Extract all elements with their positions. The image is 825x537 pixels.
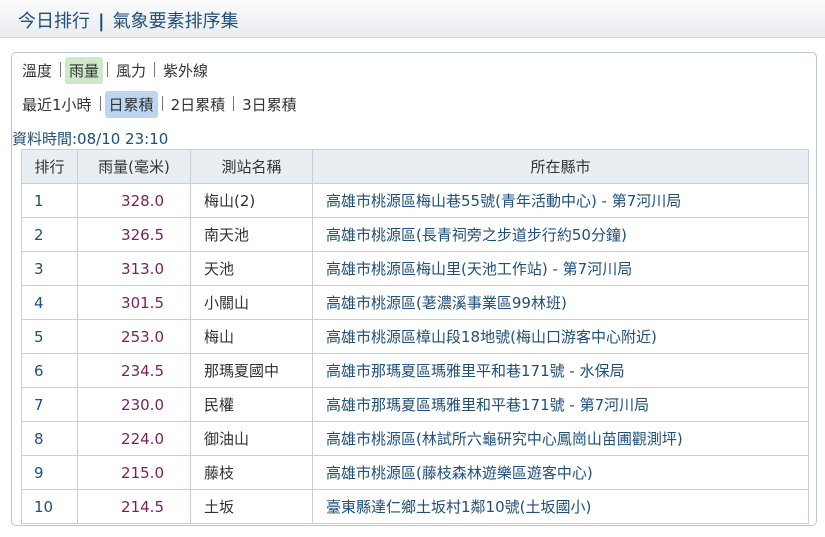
table-row: 5 253.0 梅山 高雄市桃源區樟山段18地號(梅山口游客中心附近) <box>21 319 809 354</box>
tab-divider <box>154 62 156 77</box>
rank-cell: 3 <box>21 251 78 286</box>
tab-temperature[interactable]: 溫度 <box>18 57 56 84</box>
page-title: 今日排行 | 氣象要素排序集 <box>18 7 239 33</box>
rank-cell: 2 <box>21 217 78 252</box>
rank-cell: 1 <box>21 183 78 218</box>
location-cell: 高雄市桃源區(藤枝森林遊樂區遊客中心) <box>312 455 809 490</box>
location-cell: 高雄市桃源區(長青祠旁之步道步行約50分鐘) <box>312 217 809 252</box>
station-cell: 梅山 <box>190 319 313 354</box>
page-subtitle: 氣象要素排序集 <box>112 11 239 32</box>
location-cell: 高雄市桃源區(荖濃溪事業區99林班) <box>312 285 809 320</box>
rainfall-cell: 215.0 <box>77 455 191 490</box>
rank-cell: 8 <box>21 421 78 456</box>
location-cell: 高雄市那瑪夏區瑪雅里平和巷171號 - 水保局 <box>312 353 809 388</box>
column-header-station: 測站名稱 <box>190 149 313 184</box>
column-header-location: 所在縣市 <box>312 149 809 184</box>
table-row: 2 326.5 南天池 高雄市桃源區(長青祠旁之步道步行約50分鐘) <box>21 217 809 252</box>
tab-3-day-accumulation[interactable]: 3日累積 <box>238 91 301 118</box>
tab-divider <box>161 96 163 111</box>
column-header-rank: 排行 <box>21 149 78 184</box>
tab-divider <box>99 96 101 111</box>
rainfall-cell: 234.5 <box>77 353 191 388</box>
table-row: 3 313.0 天池 高雄市桃源區梅山里(天池工作站) - 第7河川局 <box>21 251 809 286</box>
rank-cell: 4 <box>21 285 78 320</box>
rainfall-cell: 301.5 <box>77 285 191 320</box>
rank-cell: 9 <box>21 455 78 490</box>
station-cell: 天池 <box>190 251 313 286</box>
rainfall-cell: 313.0 <box>77 251 191 286</box>
element-tabs: 溫度 雨量 風力 紫外線 <box>18 57 212 84</box>
location-cell: 高雄市桃源區樟山段18地號(梅山口游客中心附近) <box>312 319 809 354</box>
tab-last-1-hour[interactable]: 最近1小時 <box>18 91 96 118</box>
rainfall-cell: 214.5 <box>77 489 191 524</box>
location-cell: 臺東縣達仁鄉土坂村1鄰10號(土坂國小) <box>312 489 809 524</box>
table-row: 6 234.5 那瑪夏國中 高雄市那瑪夏區瑪雅里平和巷171號 - 水保局 <box>21 353 809 388</box>
page-title-main: 今日排行 <box>18 11 90 32</box>
column-header-rainfall: 雨量(毫米) <box>77 149 191 184</box>
rank-cell: 10 <box>21 489 78 524</box>
rainfall-cell: 253.0 <box>77 319 191 354</box>
tab-2-day-accumulation[interactable]: 2日累積 <box>167 91 230 118</box>
table-row: 10 214.5 土坂 臺東縣達仁鄉土坂村1鄰10號(土坂國小) <box>21 489 809 524</box>
rainfall-cell: 224.0 <box>77 421 191 456</box>
rainfall-cell: 328.0 <box>77 183 191 218</box>
tab-wind[interactable]: 風力 <box>112 57 150 84</box>
page-header: 今日排行 | 氣象要素排序集 <box>0 0 825 38</box>
location-cell: 高雄市桃源區(林試所六龜研究中心鳳崗山苗圃觀測坪) <box>312 421 809 456</box>
station-cell: 民權 <box>190 387 313 422</box>
table-row: 4 301.5 小關山 高雄市桃源區(荖濃溪事業區99林班) <box>21 285 809 320</box>
station-cell: 南天池 <box>190 217 313 252</box>
title-separator: | <box>98 11 105 32</box>
station-cell: 藤枝 <box>190 455 313 490</box>
rank-cell: 5 <box>21 319 78 354</box>
rainfall-ranking-table: 排行 雨量(毫米) 測站名稱 所在縣市 1 328.0 梅山(2) 高雄市桃源區… <box>21 149 809 524</box>
rank-cell: 6 <box>21 353 78 388</box>
period-tabs: 最近1小時 日累積 2日累積 3日累積 <box>18 91 301 118</box>
tab-uv[interactable]: 紫外線 <box>159 57 212 84</box>
rank-cell: 7 <box>21 387 78 422</box>
tab-daily-accumulation[interactable]: 日累積 <box>104 91 158 118</box>
data-timestamp: 資料時間:08/10 23:10 <box>12 130 169 148</box>
tab-rainfall[interactable]: 雨量 <box>65 57 104 84</box>
station-cell: 土坂 <box>190 489 313 524</box>
table-row: 7 230.0 民權 高雄市那瑪夏區瑪雅里和平巷171號 - 第7河川局 <box>21 387 809 422</box>
location-cell: 高雄市那瑪夏區瑪雅里和平巷171號 - 第7河川局 <box>312 387 809 422</box>
rainfall-cell: 230.0 <box>77 387 191 422</box>
tab-divider <box>107 62 109 77</box>
table-row: 8 224.0 御油山 高雄市桃源區(林試所六龜研究中心鳳崗山苗圃觀測坪) <box>21 421 809 456</box>
table-row: 1 328.0 梅山(2) 高雄市桃源區梅山巷55號(青年活動中心) - 第7河… <box>21 183 809 218</box>
rainfall-cell: 326.5 <box>77 217 191 252</box>
table-header-row: 排行 雨量(毫米) 測站名稱 所在縣市 <box>21 149 809 184</box>
station-cell: 那瑪夏國中 <box>190 353 313 388</box>
tab-divider <box>60 62 62 77</box>
tab-divider <box>233 96 235 111</box>
station-cell: 御油山 <box>190 421 313 456</box>
station-cell: 梅山(2) <box>190 183 313 218</box>
location-cell: 高雄市桃源區梅山巷55號(青年活動中心) - 第7河川局 <box>312 183 809 218</box>
station-cell: 小關山 <box>190 285 313 320</box>
location-cell: 高雄市桃源區梅山里(天池工作站) - 第7河川局 <box>312 251 809 286</box>
table-row: 9 215.0 藤枝 高雄市桃源區(藤枝森林遊樂區遊客中心) <box>21 455 809 490</box>
